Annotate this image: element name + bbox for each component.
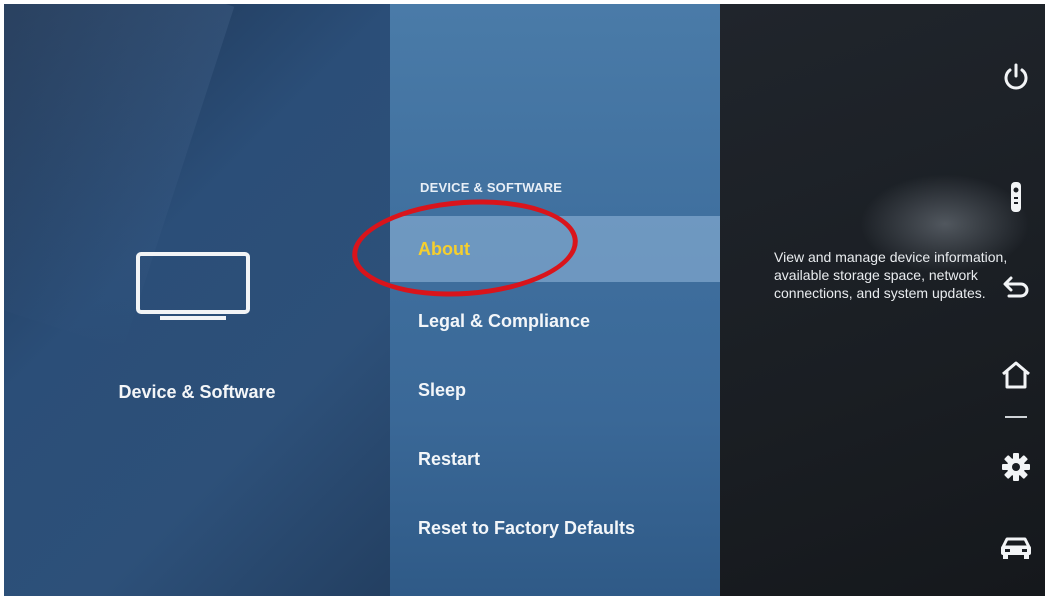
menu-item-label: Sleep: [418, 379, 467, 400]
menu-header: DEVICE & SOFTWARE: [420, 180, 563, 195]
power-icon[interactable]: [999, 60, 1033, 94]
menu-panel: DEVICE & SOFTWARE About Legal & Complian…: [390, 4, 720, 596]
menu-item-reset-factory-defaults[interactable]: Reset to Factory Defaults: [390, 495, 720, 561]
item-description: View and manage device information, avai…: [774, 249, 1008, 301]
menu-item-label: Restart: [418, 448, 481, 469]
home-icon[interactable]: [999, 358, 1033, 392]
menu-item-sleep[interactable]: Sleep: [390, 357, 720, 423]
menu-item-legal-compliance[interactable]: Legal & Compliance: [390, 288, 720, 354]
menu-item-restart[interactable]: Restart: [390, 426, 720, 492]
category-panel: Device & Software: [4, 4, 390, 596]
settings-icon[interactable]: [999, 450, 1033, 484]
side-divider: [1005, 416, 1027, 418]
car-icon[interactable]: [999, 530, 1033, 564]
menu-item-label: Legal & Compliance: [418, 310, 591, 331]
back-icon[interactable]: [999, 270, 1033, 304]
category-label: Device & Software: [118, 382, 276, 402]
menu-item-label: Reset to Factory Defaults: [418, 517, 636, 538]
tv-screen: Device & Software DEVICE & SOFTWARE Abou…: [4, 4, 1045, 596]
remote-icon[interactable]: [999, 180, 1033, 214]
description-panel: View and manage device information, avai…: [720, 4, 1045, 596]
tv-icon: [136, 252, 250, 320]
